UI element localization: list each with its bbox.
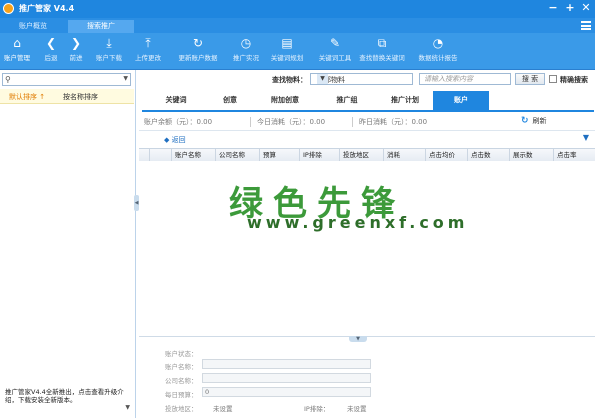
column-header[interactable]: 展示数 bbox=[509, 149, 553, 161]
tab-account-overview[interactable]: 账户概览 bbox=[0, 20, 66, 33]
budget-label: 每日预算： bbox=[165, 391, 198, 399]
exact-search-label: 精确搜索 bbox=[560, 76, 588, 84]
minimize-button[interactable]: − bbox=[546, 1, 560, 15]
column-header[interactable]: 预算 bbox=[259, 149, 299, 161]
toolbar-label: 关键词工具 bbox=[318, 54, 352, 62]
replace-icon: ⧉ bbox=[377, 36, 387, 50]
toolbar-label: 更新账户数据 bbox=[178, 54, 218, 62]
account-info-panel: 账户状态： 账户名称： 公司名称： 每日预算： 0 投放地区： 未设置 IP排除… bbox=[139, 344, 595, 418]
column-header[interactable]: 投放地区 bbox=[339, 149, 383, 161]
account-search-input[interactable] bbox=[13, 74, 123, 84]
chevron-down-icon: ▼ bbox=[317, 74, 328, 84]
keyword-planner-button[interactable]: ▤ 关键词规划 bbox=[263, 36, 311, 62]
column-header[interactable]: 消耗 bbox=[383, 149, 425, 161]
title-bar: 推广管家 V4.4 − + ✕ bbox=[0, 0, 595, 18]
status-label: 账户状态： bbox=[165, 350, 198, 358]
forward-icon: ❯ bbox=[70, 36, 82, 50]
tool-icon: ✎ bbox=[329, 36, 341, 50]
divider bbox=[250, 117, 251, 127]
sort-default-button[interactable]: 默认排序 ↑ bbox=[9, 92, 45, 102]
chevron-down-icon[interactable]: ▼ bbox=[125, 404, 130, 412]
name-label: 账户名称： bbox=[165, 363, 198, 371]
clock-icon: ◷ bbox=[240, 36, 252, 50]
chevron-down-icon[interactable]: ▼ bbox=[123, 75, 128, 82]
expand-triangle-icon[interactable]: ▼ bbox=[583, 133, 589, 142]
sort-by-name-button[interactable]: 按名称排序 bbox=[63, 92, 98, 102]
search-icon: ⚲ bbox=[5, 75, 11, 84]
region-label: 投放地区： bbox=[165, 405, 198, 413]
scope-select[interactable]: 全部物料 ▼ bbox=[310, 73, 413, 85]
column-header-checkbox[interactable] bbox=[149, 149, 171, 161]
keyword-search-input[interactable]: 请输入搜索内容 bbox=[419, 73, 511, 85]
watermark-url: www.greenxf.com bbox=[247, 213, 469, 232]
menu-icon[interactable] bbox=[581, 21, 591, 30]
splitter-handle[interactable]: ▼ bbox=[349, 336, 367, 342]
column-header[interactable]: 账户名称 bbox=[171, 149, 215, 161]
column-header[interactable]: 点击均价 bbox=[425, 149, 467, 161]
tab-search-promotion[interactable]: 搜索推广 bbox=[68, 20, 134, 33]
refresh-button[interactable]: ↻ 刷新 bbox=[521, 116, 547, 126]
upload-icon: ⤒ bbox=[145, 36, 151, 50]
refresh-icon: ↻ bbox=[521, 116, 529, 126]
tab-campaigns[interactable]: 推广计划 bbox=[377, 91, 433, 110]
maximize-button[interactable]: + bbox=[563, 1, 577, 15]
daily-budget-field[interactable]: 0 bbox=[202, 387, 371, 397]
today-spend: 今日消耗（元）：0.00 bbox=[257, 118, 326, 126]
return-link[interactable]: ◆ 返回 bbox=[164, 135, 186, 145]
search-button[interactable]: 搜 索 bbox=[515, 73, 545, 85]
tab-extra-creatives[interactable]: 附加创意 bbox=[257, 91, 313, 110]
column-header[interactable]: 点击率 bbox=[553, 149, 595, 161]
upload-changes-button[interactable]: ⤒ 上传更改 bbox=[125, 36, 171, 62]
chart-icon: ▤ bbox=[281, 36, 293, 50]
account-search-box[interactable]: ⚲ ▼ bbox=[2, 73, 131, 86]
back-row: ◆ 返回 ▼ bbox=[139, 133, 595, 145]
toolbar-label: 数据统计报告 bbox=[418, 54, 458, 62]
account-table-header: 账户名称 公司名称 预算 IP排除 投放地区 消耗 点击均价 点击数 展示数 点… bbox=[139, 148, 595, 162]
exact-search-checkbox[interactable] bbox=[549, 75, 557, 83]
ip-exclude-value[interactable]: 未设置 bbox=[347, 403, 367, 413]
column-header[interactable]: 公司名称 bbox=[215, 149, 259, 161]
toolbar-label: 关键词规划 bbox=[270, 54, 304, 62]
update-data-button[interactable]: ↻ 更新账户数据 bbox=[173, 36, 223, 62]
main-panel: 查找物料： 全部物料 ▼ 请输入搜索内容 搜 索 精确搜索 关键词 创意 附加创… bbox=[139, 70, 595, 418]
account-balance: 账户余额（元）：0.00 bbox=[144, 118, 213, 126]
sub-tab-bar: 关键词 创意 附加创意 推广组 推广计划 账户 bbox=[142, 91, 594, 112]
column-header[interactable]: IP排除 bbox=[299, 149, 339, 161]
find-replace-button[interactable]: ⧉ 查找替换关键词 bbox=[357, 36, 407, 62]
refresh-icon: ↻ bbox=[192, 36, 204, 50]
app-logo-icon bbox=[3, 3, 14, 14]
find-bar: 查找物料： 全部物料 ▼ 请输入搜索内容 搜 索 精确搜索 bbox=[139, 70, 595, 88]
tab-keywords[interactable]: 关键词 bbox=[148, 91, 204, 110]
update-notice-text: 推广管家V4.4全新推出，点击查看升级介绍，下载安装全新版本。 bbox=[5, 388, 124, 404]
toolbar-label: 上传更改 bbox=[135, 54, 161, 62]
toolbar-label: 查找替换关键词 bbox=[359, 54, 405, 62]
stats-report-button[interactable]: ◔ 数据统计报告 bbox=[413, 36, 463, 62]
tab-account[interactable]: 账户 bbox=[433, 91, 489, 110]
company-name-field bbox=[202, 373, 371, 383]
refresh-label: 刷新 bbox=[532, 117, 547, 125]
top-tab-bar: 账户概览 搜索推广 bbox=[0, 18, 595, 33]
tab-creatives[interactable]: 创意 bbox=[202, 91, 258, 110]
yesterday-spend: 昨日消耗（元）：0.00 bbox=[359, 118, 428, 126]
account-tree-panel: ⚲ ▼ 默认排序 ↑ 按名称排序 推广管家V4.4全新推出，点击查看升级介绍，下… bbox=[0, 70, 136, 418]
pie-icon: ◔ bbox=[432, 36, 444, 50]
account-name-field bbox=[202, 359, 371, 369]
divider bbox=[352, 117, 353, 127]
toolbar: ⌂ 账户管理 ❮ 后退 ❯ 前进 ⤓ 账户下载 ⤒ 上传更改 ↻ 更新账户数据 … bbox=[0, 33, 595, 70]
download-icon: ⤓ bbox=[106, 36, 112, 50]
app-title: 推广管家 V4.4 bbox=[19, 4, 75, 13]
column-header[interactable]: 点击数 bbox=[467, 149, 509, 161]
ip-exclude-label: IP排除： bbox=[304, 405, 330, 413]
home-icon: ⌂ bbox=[13, 36, 21, 50]
region-value[interactable]: 未设置 bbox=[213, 403, 233, 413]
sort-bar: 默认排序 ↑ 按名称排序 bbox=[0, 89, 134, 104]
close-button[interactable]: ✕ bbox=[579, 1, 593, 15]
balance-bar: 账户余额（元）：0.00 今日消耗（元）：0.00 昨日消耗（元）：0.00 ↻… bbox=[139, 113, 595, 131]
tab-ad-groups[interactable]: 推广组 bbox=[319, 91, 375, 110]
company-label: 公司名称： bbox=[165, 377, 198, 385]
find-label: 查找物料： bbox=[272, 76, 307, 84]
keyword-tool-button[interactable]: ✎ 关键词工具 bbox=[311, 36, 359, 62]
update-notice[interactable]: 推广管家V4.4全新推出，点击查看升级介绍，下载安装全新版本。 ▼ bbox=[5, 388, 130, 412]
